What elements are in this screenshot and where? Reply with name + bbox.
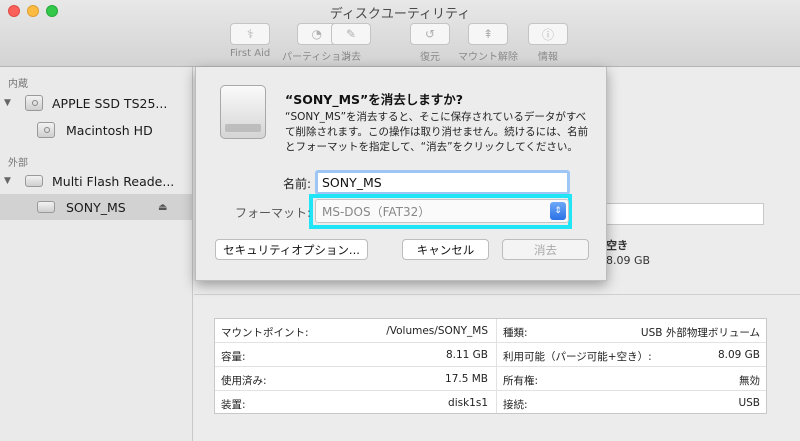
info-key: 装置:	[221, 399, 246, 411]
sidebar-item-macintosh-hd[interactable]: Macintosh HD	[0, 117, 192, 143]
name-label: 名前:	[282, 177, 311, 191]
sidebar-section-external: 外部	[8, 158, 28, 169]
info-value: 8.11 GB	[445, 349, 488, 361]
erase-dialog: “SONY_MS”を消去しますか? “SONY_MS”を消去すると、そこに保存さ…	[195, 67, 607, 281]
info-key: 容量:	[221, 351, 246, 363]
sidebar-item-label: Macintosh HD	[66, 122, 153, 138]
disclosure-triangle-icon[interactable]: ▼	[4, 176, 11, 186]
chevron-updown-icon: ⇕	[550, 202, 566, 220]
format-select-value: MS-DOS（FAT32）	[322, 205, 431, 219]
eject-icon[interactable]: ⏏	[158, 202, 167, 213]
format-label: フォーマット:	[234, 206, 311, 220]
erase-tool[interactable]: ✎ 消去	[331, 23, 371, 63]
info-key: 所有権:	[503, 375, 539, 387]
disclosure-triangle-icon[interactable]: ▼	[4, 98, 11, 108]
info-key: 利用可能（パージ可能+空き）:	[503, 351, 652, 363]
sidebar-item-multi-flash-reader[interactable]: ▼ Multi Flash Reade...	[0, 168, 192, 194]
info-key: マウントポイント:	[221, 327, 309, 339]
dialog-title: “SONY_MS”を消去しますか?	[285, 92, 464, 107]
info-key: 種類:	[503, 327, 528, 339]
info-value: /Volumes/SONY_MS	[386, 325, 488, 337]
info-icon: ⓘ	[528, 23, 568, 45]
unmount-icon: ⇞	[468, 23, 508, 45]
name-input[interactable]: SONY_MS	[315, 170, 570, 195]
security-options-button[interactable]: セキュリティオプション...	[215, 239, 368, 260]
disk-icon	[220, 85, 266, 139]
info-value: 17.5 MB	[445, 373, 488, 385]
first-aid-tool[interactable]: ⚕ First Aid	[230, 23, 270, 59]
restore-tool[interactable]: ↺ 復元	[410, 23, 450, 63]
sidebar-item-sony-ms[interactable]: SONY_MS ⏏	[0, 194, 192, 220]
table-row: マウントポイント: /Volumes/SONY_MS 種類: USB 外部物理ボ…	[215, 319, 766, 343]
sidebar-item-label: SONY_MS	[66, 199, 126, 215]
external-volume-icon	[37, 201, 55, 213]
free-label-fragment: 空き	[606, 239, 628, 252]
info-key: 使用済み:	[221, 375, 267, 387]
stethoscope-icon: ⚕	[230, 23, 271, 45]
info-table: マウントポイント: /Volumes/SONY_MS 種類: USB 外部物理ボ…	[214, 318, 767, 414]
free-value-fragment: 8.09 GB	[606, 254, 651, 267]
unmount-tool[interactable]: ⇞ マウント解除	[458, 23, 518, 63]
window-toolbar: ディスクユーティリティ ⚕ First Aid ◔ パーティション ✎ 消去 ↺…	[0, 0, 800, 67]
info-value: USB 外部物理ボリューム	[640, 327, 760, 339]
info-key: 接続:	[503, 399, 528, 411]
external-disk-icon	[25, 175, 43, 187]
cancel-button[interactable]: キャンセル	[402, 239, 489, 260]
erase-button[interactable]: 消去	[502, 239, 589, 260]
info-value: 8.09 GB	[717, 349, 760, 361]
divider	[194, 294, 800, 295]
table-row: 装置: disk1s1 接続: USB	[215, 391, 766, 415]
table-row: 容量: 8.11 GB 利用可能（パージ可能+空き）: 8.09 GB	[215, 343, 766, 367]
erase-label: 消去	[341, 52, 361, 63]
internal-disk-icon	[25, 95, 43, 111]
info-value: USB	[738, 397, 760, 409]
sidebar-item-label: APPLE SSD TS25...	[52, 95, 168, 111]
window-title: ディスクユーティリティ	[329, 7, 471, 22]
restore-icon: ↺	[410, 23, 450, 45]
info-value: disk1s1	[448, 397, 488, 409]
dialog-message: “SONY_MS”を消去すると、そこに保存されているデータがすべて削除されます。…	[285, 111, 589, 153]
volume-icon	[37, 122, 55, 138]
restore-label: 復元	[420, 52, 440, 63]
sidebar-item-apple-ssd[interactable]: ▼ APPLE SSD TS25...	[0, 90, 192, 116]
info-value: 無効	[739, 375, 760, 387]
erase-icon: ✎	[331, 23, 371, 45]
info-tool[interactable]: ⓘ 情報	[528, 23, 568, 63]
format-select[interactable]: MS-DOS（FAT32） ⇕	[315, 199, 569, 223]
unmount-label: マウント解除	[458, 52, 518, 63]
table-row: 使用済み: 17.5 MB 所有権: 無効	[215, 367, 766, 391]
bar-fragment	[606, 203, 764, 225]
info-label: 情報	[538, 52, 558, 63]
sidebar-section-internal: 内蔵	[8, 79, 28, 90]
first-aid-label: First Aid	[230, 48, 271, 59]
sidebar-item-label: Multi Flash Reade...	[52, 173, 175, 189]
sidebar: 内蔵 ▼ APPLE SSD TS25... Macintosh HD 外部 ▼…	[0, 67, 193, 441]
